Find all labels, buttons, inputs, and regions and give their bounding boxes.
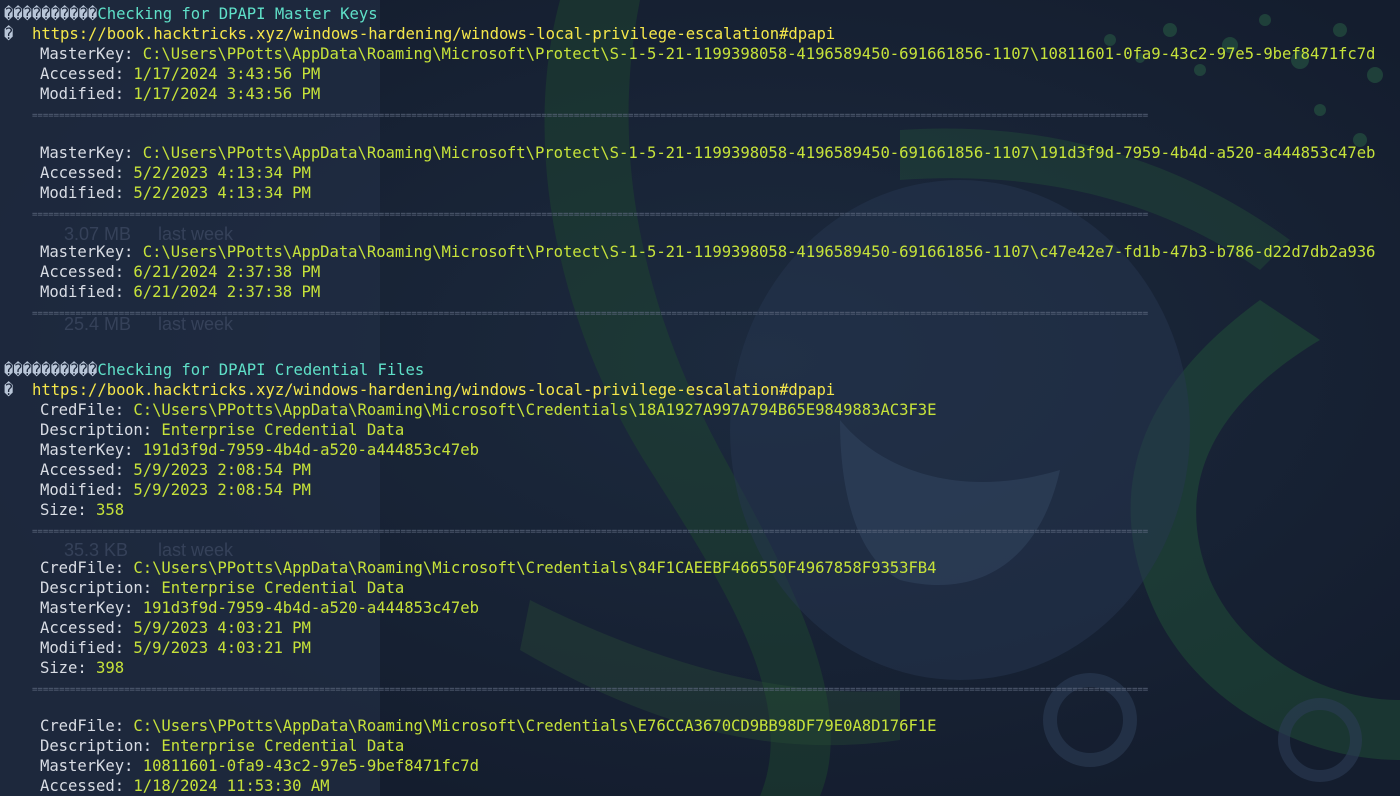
- accessed-line: Accessed: 5/9/2023 4:03:21 PM: [0, 618, 311, 638]
- accessed-line: Accessed: 6/21/2024 2:37:38 PM: [0, 262, 320, 282]
- masterkey-value: 191d3f9d-7959-4b4d-a520-a444853c47eb: [142, 441, 479, 459]
- size-line: Size: 398: [0, 658, 124, 678]
- reference-url-line: � https://book.hacktricks.xyz/windows-ha…: [4, 24, 835, 44]
- accessed-line: Accessed: 5/9/2023 2:08:54 PM: [0, 460, 311, 480]
- field-label: MasterKey:: [40, 144, 134, 162]
- masterkey-line: MasterKey: C:\Users\PPotts\AppData\Roami…: [0, 242, 1375, 262]
- separator: ========================================…: [32, 527, 1149, 537]
- masterkey-value: 191d3f9d-7959-4b4d-a520-a444853c47eb: [142, 599, 479, 617]
- separator: ========================================…: [32, 210, 1149, 220]
- field-label: Modified:: [40, 85, 125, 103]
- credfile-path: C:\Users\PPotts\AppData\Roaming\Microsof…: [133, 401, 937, 419]
- field-label: Modified:: [40, 481, 125, 499]
- section-marker-icon: ����������: [4, 361, 98, 379]
- masterkey-line: MasterKey: 10811601-0fa9-43c2-97e5-9bef8…: [0, 756, 479, 776]
- section-title: Checking for DPAPI Master Keys: [97, 5, 378, 23]
- field-label: MasterKey:: [40, 441, 134, 459]
- field-label: Accessed:: [40, 263, 125, 281]
- accessed-value: 6/21/2024 2:37:38 PM: [133, 263, 321, 281]
- credfile-line: CredFile: C:\Users\PPotts\AppData\Roamin…: [0, 558, 937, 578]
- section-marker-icon: ����������: [4, 5, 98, 23]
- modified-value: 5/9/2023 4:03:21 PM: [133, 639, 311, 657]
- modified-value: 5/9/2023 2:08:54 PM: [133, 481, 311, 499]
- field-label: Modified:: [40, 184, 125, 202]
- modified-value: 1/17/2024 3:43:56 PM: [133, 85, 321, 103]
- separator: ========================================…: [32, 685, 1149, 695]
- field-label: Accessed:: [40, 164, 125, 182]
- field-label: MasterKey:: [40, 599, 134, 617]
- reference-url-line: � https://book.hacktricks.xyz/windows-ha…: [4, 380, 835, 400]
- masterkey-line: MasterKey: 191d3f9d-7959-4b4d-a520-a4448…: [0, 598, 479, 618]
- accessed-line: Accessed: 1/17/2024 3:43:56 PM: [0, 64, 320, 84]
- credfile-path: C:\Users\PPotts\AppData\Roaming\Microsof…: [133, 559, 937, 577]
- modified-value: 5/2/2023 4:13:34 PM: [133, 184, 311, 202]
- accessed-value: 5/2/2023 4:13:34 PM: [133, 164, 311, 182]
- description-line: Description: Enterprise Credential Data: [0, 736, 404, 756]
- accessed-value: 5/9/2023 4:03:21 PM: [133, 619, 311, 637]
- modified-line: Modified: 6/21/2024 2:37:38 PM: [0, 282, 320, 302]
- field-label: Accessed:: [40, 461, 125, 479]
- accessed-line: Accessed: 5/2/2023 4:13:34 PM: [0, 163, 311, 183]
- field-label: Accessed:: [40, 65, 125, 83]
- credfile-path: C:\Users\PPotts\AppData\Roaming\Microsof…: [133, 717, 937, 735]
- modified-line: Modified: 1/17/2024 3:43:56 PM: [0, 84, 320, 104]
- field-label: CredFile:: [40, 559, 125, 577]
- field-label: Description:: [40, 579, 153, 597]
- modified-line: Modified: 5/9/2023 4:03:21 PM: [0, 638, 311, 658]
- field-label: MasterKey:: [40, 45, 134, 63]
- size-line: Size: 358: [0, 500, 124, 520]
- size-value: 398: [96, 659, 125, 677]
- reference-link[interactable]: https://book.hacktricks.xyz/windows-hard…: [32, 381, 835, 399]
- masterkey-path: C:\Users\PPotts\AppData\Roaming\Microsof…: [142, 144, 1376, 162]
- field-label: Description:: [40, 421, 153, 439]
- description-value: Enterprise Credential Data: [161, 579, 405, 597]
- accessed-value: 1/18/2024 11:53:30 AM: [133, 777, 330, 795]
- modified-line: Modified: 5/9/2023 2:08:54 PM: [0, 480, 311, 500]
- field-label: Modified:: [40, 639, 125, 657]
- masterkey-value: 10811601-0fa9-43c2-97e5-9bef8471fc7d: [142, 757, 479, 775]
- description-value: Enterprise Credential Data: [161, 737, 405, 755]
- description-value: Enterprise Credential Data: [161, 421, 405, 439]
- field-label: Description:: [40, 737, 153, 755]
- description-line: Description: Enterprise Credential Data: [0, 578, 404, 598]
- credfile-line: CredFile: C:\Users\PPotts\AppData\Roamin…: [0, 400, 937, 420]
- reference-link[interactable]: https://book.hacktricks.xyz/windows-hard…: [32, 25, 835, 43]
- section-header-masterkeys: ����������Checking for DPAPI Master Keys: [4, 4, 378, 24]
- separator: ========================================…: [32, 111, 1149, 121]
- field-label: Accessed:: [40, 619, 125, 637]
- credfile-line: CredFile: C:\Users\PPotts\AppData\Roamin…: [0, 716, 937, 736]
- masterkey-path: C:\Users\PPotts\AppData\Roaming\Microsof…: [142, 243, 1376, 261]
- masterkey-line: MasterKey: 191d3f9d-7959-4b4d-a520-a4448…: [0, 440, 479, 460]
- field-label: Size:: [40, 501, 87, 519]
- info-marker-icon: �: [4, 25, 14, 43]
- accessed-value: 1/17/2024 3:43:56 PM: [133, 65, 321, 83]
- field-label: Modified:: [40, 283, 125, 301]
- accessed-line: Accessed: 1/18/2024 11:53:30 AM: [0, 776, 330, 796]
- field-label: CredFile:: [40, 401, 125, 419]
- info-marker-icon: �: [4, 381, 14, 399]
- modified-value: 6/21/2024 2:37:38 PM: [133, 283, 321, 301]
- section-title: Checking for DPAPI Credential Files: [97, 361, 425, 379]
- modified-line: Modified: 5/2/2023 4:13:34 PM: [0, 183, 311, 203]
- size-value: 358: [96, 501, 125, 519]
- field-label: Accessed:: [40, 777, 125, 795]
- accessed-value: 5/9/2023 2:08:54 PM: [133, 461, 311, 479]
- field-label: Size:: [40, 659, 87, 677]
- field-label: CredFile:: [40, 717, 125, 735]
- masterkey-line: MasterKey: C:\Users\PPotts\AppData\Roami…: [0, 143, 1375, 163]
- separator: ========================================…: [32, 309, 1149, 319]
- field-label: MasterKey:: [40, 243, 134, 261]
- field-label: MasterKey:: [40, 757, 134, 775]
- masterkey-path: C:\Users\PPotts\AppData\Roaming\Microsof…: [142, 45, 1376, 63]
- masterkey-line: MasterKey: C:\Users\PPotts\AppData\Roami…: [0, 44, 1375, 64]
- section-header-credfiles: ����������Checking for DPAPI Credential …: [4, 360, 424, 380]
- description-line: Description: Enterprise Credential Data: [0, 420, 404, 440]
